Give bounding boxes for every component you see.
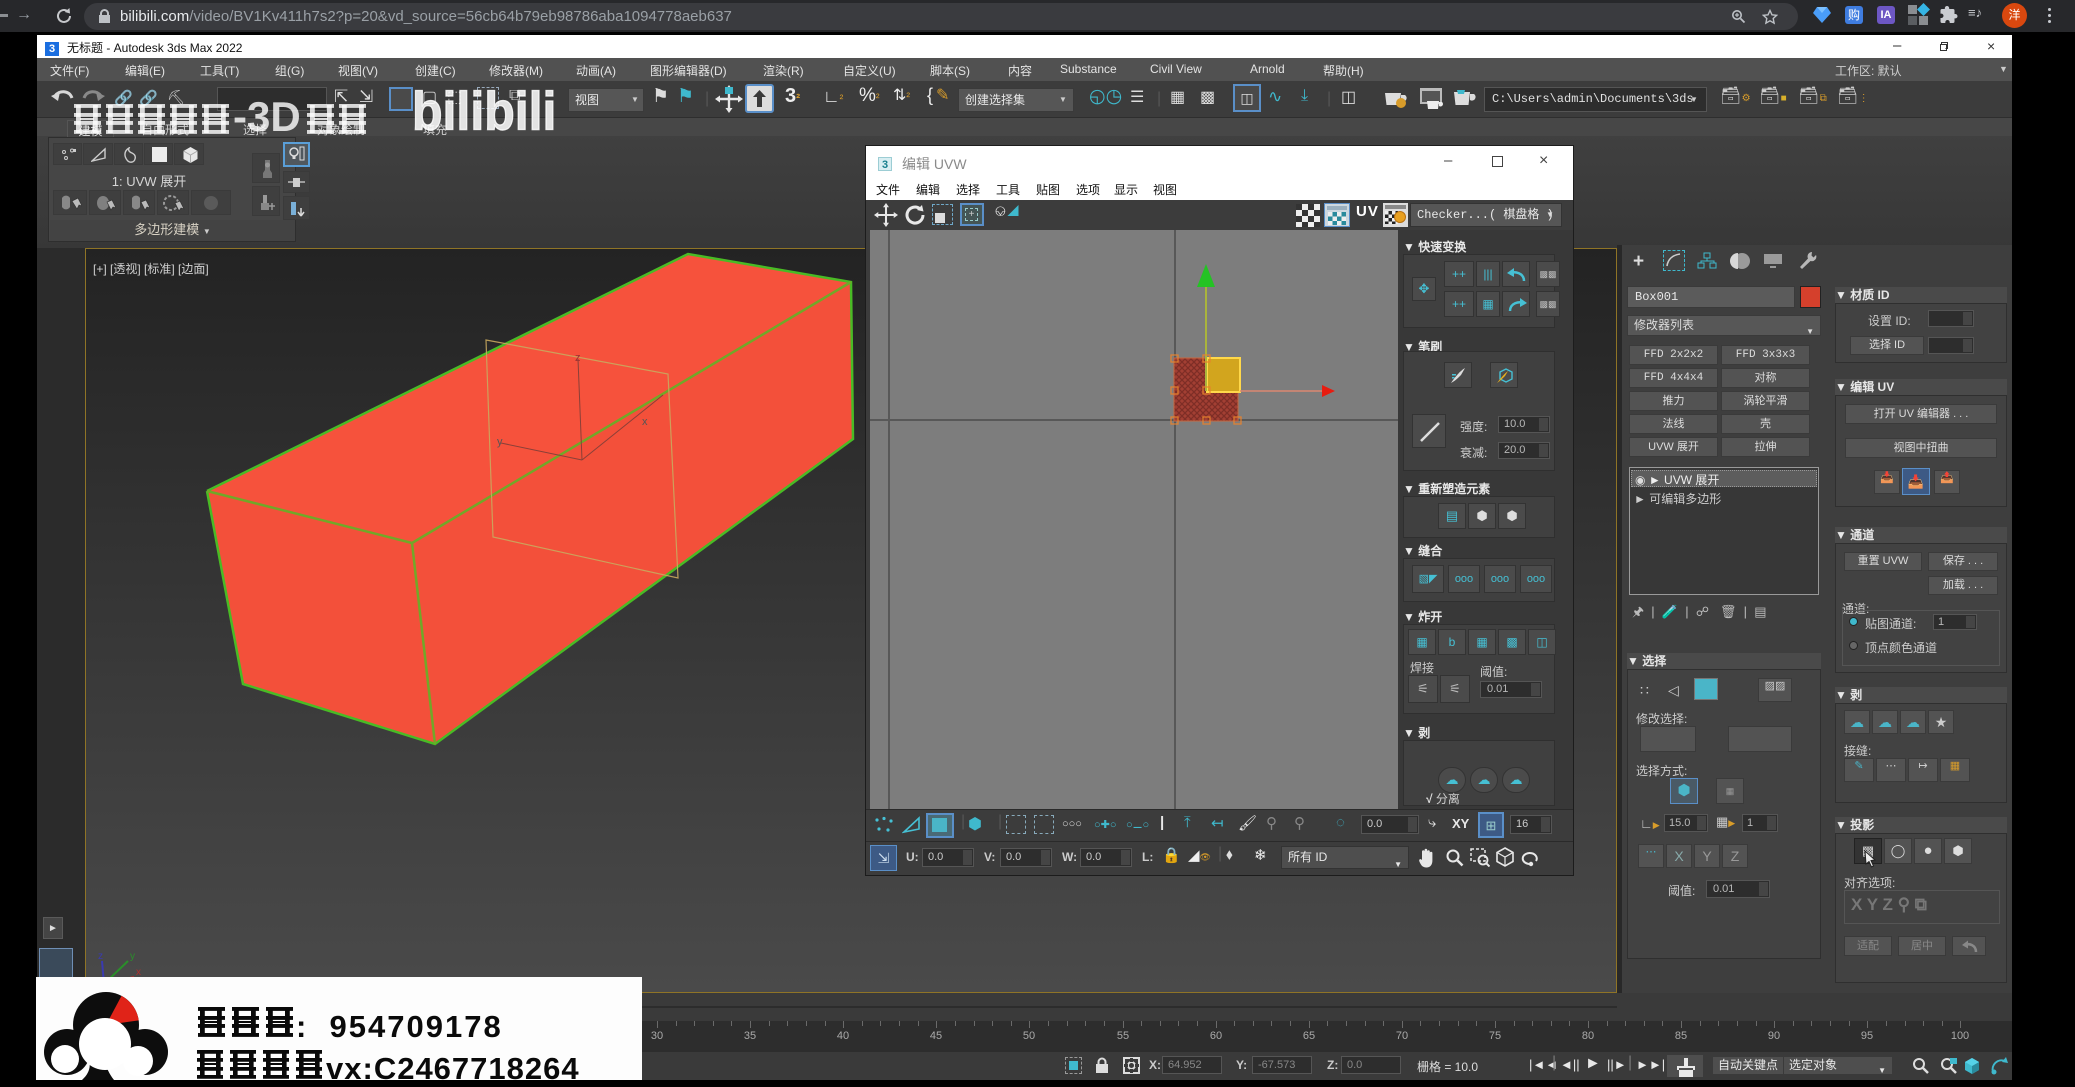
svg-text:x: x <box>642 416 648 428</box>
svg-text:z: z <box>575 352 581 364</box>
svg-text:y: y <box>130 951 135 962</box>
svg-text:z: z <box>98 951 103 962</box>
svg-text:y: y <box>497 436 503 448</box>
